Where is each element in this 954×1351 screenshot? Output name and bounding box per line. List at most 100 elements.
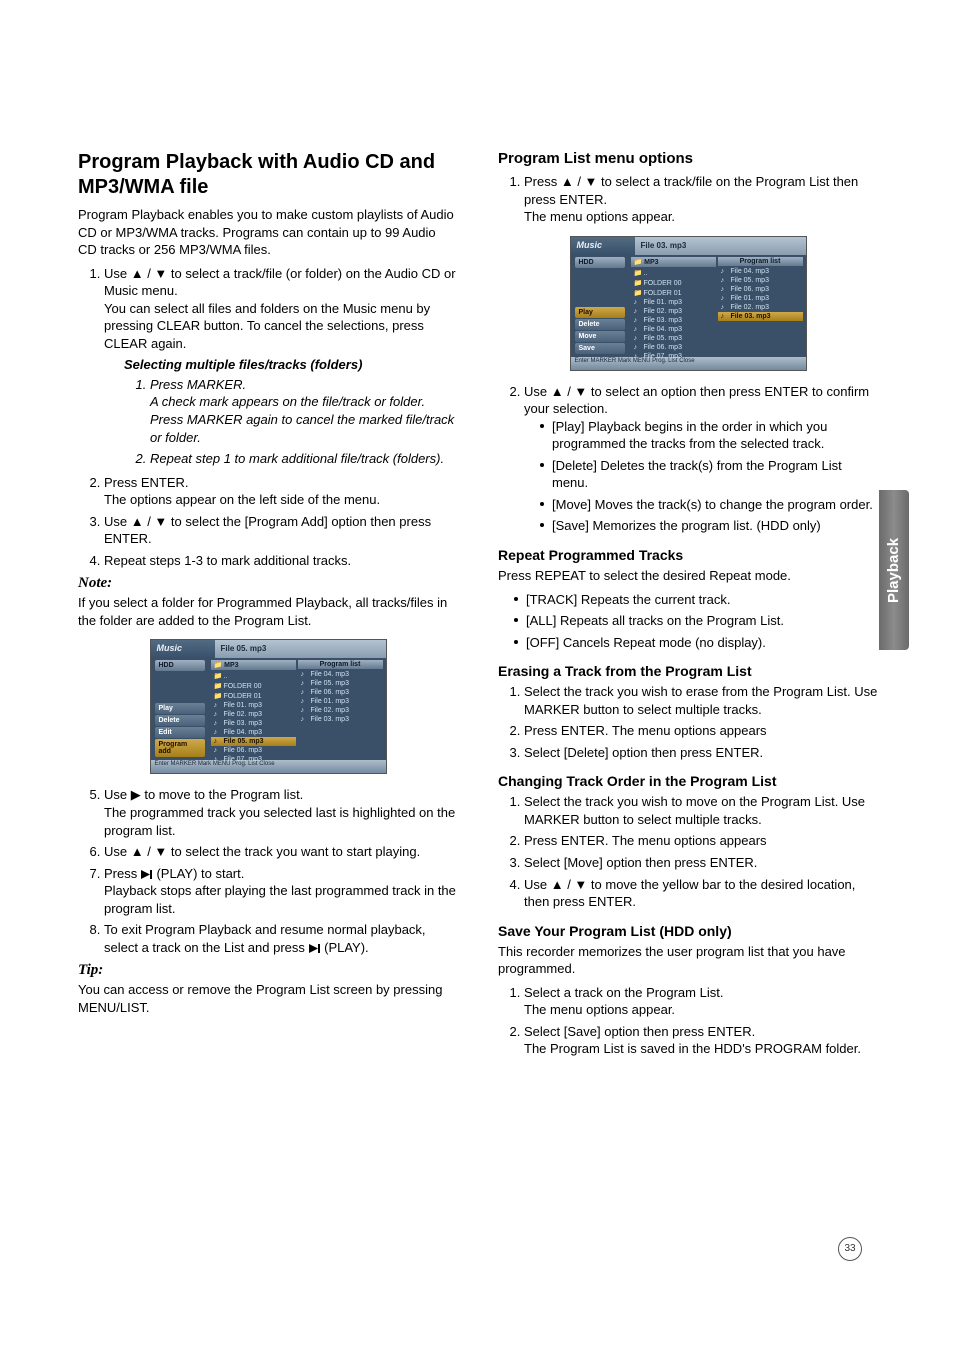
ss2-file-row: ♪ File 04. mp3 — [631, 325, 716, 334]
ss1-program-row: ♪ File 04. mp3 — [298, 670, 383, 679]
ss2-menu: PlayDeleteMoveSave — [571, 306, 629, 355]
page-content: Program Playback with Audio CD and MP3/W… — [78, 150, 878, 1064]
ss2-left-header: 📁 MP3 — [631, 257, 716, 267]
ss2-footer: Enter MARKER Mark MENU Prog. List Close — [571, 357, 806, 370]
ss2-program-row: ♪ File 04. mp3 — [718, 267, 803, 276]
ss1-menu-item: Program add — [155, 739, 205, 757]
ss2-menu-item: Save — [575, 343, 625, 354]
ss1-file-row: ♪ File 05. mp3 — [211, 737, 296, 746]
ss2-program-row: ♪ File 05. mp3 — [718, 276, 803, 285]
note-label: Note: — [78, 575, 458, 592]
ss1-file-row: ♪ File 04. mp3 — [211, 728, 296, 737]
order-step-2: Press ENTER. The menu options appears — [524, 832, 878, 850]
ss2-menu-item: Delete — [575, 319, 625, 330]
ss2-title: Music — [571, 237, 635, 255]
ss1-current-file: File 05. mp3 — [215, 640, 386, 658]
tip-label: Tip: — [78, 962, 458, 979]
ss1-program-row: ♪ File 02. mp3 — [298, 706, 383, 715]
ss2-file-row: ♪ File 05. mp3 — [631, 334, 716, 343]
ss1-menu-item: Play — [155, 703, 205, 714]
ss1-file-row: 📁 FOLDER 00 — [211, 681, 296, 691]
ss2-program-row: ♪ File 01. mp3 — [718, 294, 803, 303]
page-number: 33 — [838, 1237, 862, 1261]
ss2-file-row: 📁 FOLDER 01 — [631, 288, 716, 298]
step-6: Use ▲ / ▼ to select the track you want t… — [104, 843, 458, 861]
ss1-left-header: 📁 MP3 — [211, 660, 296, 670]
music-menu-screenshot-1: Music File 05. mp3 HDD PlayDeleteEditPro… — [150, 639, 387, 774]
ss2-menu-item: Move — [575, 331, 625, 342]
repeat-paragraph: Press REPEAT to select the desired Repea… — [498, 567, 878, 585]
ss1-file-row: ♪ File 01. mp3 — [211, 701, 296, 710]
ss2-file-row: ♪ File 03. mp3 — [631, 316, 716, 325]
save-heading: Save Your Program List (HDD only) — [498, 923, 878, 939]
note-text: If you select a folder for Programmed Pl… — [78, 594, 458, 629]
option-move: [Move] Moves the track(s) to change the … — [552, 496, 878, 514]
ss1-menu-item: Edit — [155, 727, 205, 738]
ss2-program-row: ♪ File 06. mp3 — [718, 285, 803, 294]
left-column: Program Playback with Audio CD and MP3/W… — [78, 150, 458, 1064]
substep-2: Repeat step 1 to mark additional file/tr… — [150, 450, 458, 468]
repeat-heading: Repeat Programmed Tracks — [498, 547, 878, 563]
ss2-file-row: 📁 .. — [631, 268, 716, 278]
step-2: Press ENTER. The options appear on the l… — [104, 474, 458, 509]
repeat-off: [OFF] Cancels Repeat mode (no display). — [526, 634, 878, 652]
ss2-right-header: Program list — [718, 257, 803, 266]
step-3: Use ▲ / ▼ to select the [Program Add] op… — [104, 513, 458, 548]
ss1-file-row: ♪ File 03. mp3 — [211, 719, 296, 728]
ss1-program-row: ♪ File 03. mp3 — [298, 715, 383, 724]
erase-step-3: Select [Delete] option then press ENTER. — [524, 744, 878, 762]
option-save: [Save] Memorizes the program list. (HDD … — [552, 517, 878, 535]
ss1-source-tab: HDD — [155, 660, 205, 671]
ss2-program-row: ♪ File 03. mp3 — [718, 312, 803, 321]
erase-heading: Erasing a Track from the Program List — [498, 663, 878, 679]
ss1-file-row: 📁 .. — [211, 671, 296, 681]
save-paragraph: This recorder memorizes the user program… — [498, 943, 878, 978]
play-icon — [141, 870, 153, 879]
ss1-program-row: ♪ File 06. mp3 — [298, 688, 383, 697]
tip-text: You can access or remove the Program Lis… — [78, 981, 458, 1016]
ss2-program-row: ♪ File 02. mp3 — [718, 303, 803, 312]
subhead-selecting-multiple: Selecting multiple files/tracks (folders… — [124, 356, 458, 374]
ss1-footer: Enter MARKER Mark MENU Prog. List Close — [151, 760, 386, 773]
option-delete: [Delete] Deletes the track(s) from the P… — [552, 457, 878, 492]
ss2-file-row: ♪ File 02. mp3 — [631, 307, 716, 316]
save-step-1: Select a track on the Program List. The … — [524, 984, 878, 1019]
erase-step-2: Press ENTER. The menu options appears — [524, 722, 878, 740]
ss1-title: Music — [151, 640, 215, 658]
ss2-source-tab: HDD — [575, 257, 625, 268]
option-play: [Play] Playback begins in the order in w… — [552, 418, 878, 453]
step-5: Use ▶ to move to the Program list. The p… — [104, 786, 458, 839]
ss2-current-file: File 03. mp3 — [635, 237, 806, 255]
right-column: Program List menu options Press ▲ / ▼ to… — [498, 150, 878, 1064]
ss1-right-header: Program list — [298, 660, 383, 669]
program-list-options-heading: Program List menu options — [498, 150, 878, 167]
save-step-2: Select [Save] option then press ENTER. T… — [524, 1023, 878, 1058]
step-1: Use ▲ / ▼ to select a track/file (or fol… — [104, 265, 458, 468]
repeat-all: [ALL] Repeats all tracks on the Program … — [526, 612, 878, 630]
step-7: Press (PLAY) to start. Playback stops af… — [104, 865, 458, 918]
order-heading: Changing Track Order in the Program List — [498, 773, 878, 789]
erase-step-1: Select the track you wish to erase from … — [524, 683, 878, 718]
section-title: Program Playback with Audio CD and MP3/W… — [78, 150, 458, 200]
order-step-1: Select the track you wish to move on the… — [524, 793, 878, 828]
step-8: To exit Program Playback and resume norm… — [104, 921, 458, 956]
ss2-file-row: ♪ File 06. mp3 — [631, 343, 716, 352]
ss2-file-row: ♪ File 01. mp3 — [631, 298, 716, 307]
ss1-program-row: ♪ File 01. mp3 — [298, 697, 383, 706]
side-tab-playback: Playback — [879, 490, 909, 650]
play-icon — [309, 944, 321, 953]
substep-1: Press MARKER. A check mark appears on th… — [150, 376, 458, 446]
step-4: Repeat steps 1-3 to mark additional trac… — [104, 552, 458, 570]
ss1-file-row: ♪ File 06. mp3 — [211, 746, 296, 755]
music-menu-screenshot-2: Music File 03. mp3 HDD PlayDeleteMoveSav… — [570, 236, 807, 371]
repeat-track: [TRACK] Repeats the current track. — [526, 591, 878, 609]
ss1-menu-item: Delete — [155, 715, 205, 726]
ss2-menu-item: Play — [575, 307, 625, 318]
ss1-program-row: ♪ File 05. mp3 — [298, 679, 383, 688]
intro-paragraph: Program Playback enables you to make cus… — [78, 206, 458, 259]
ss1-file-row: ♪ File 02. mp3 — [211, 710, 296, 719]
ss1-menu: PlayDeleteEditProgram add — [151, 702, 209, 758]
plm-step-2: Use ▲ / ▼ to select an option then press… — [524, 383, 878, 535]
order-step-3: Select [Move] option then press ENTER. — [524, 854, 878, 872]
ss2-file-row: 📁 FOLDER 00 — [631, 278, 716, 288]
